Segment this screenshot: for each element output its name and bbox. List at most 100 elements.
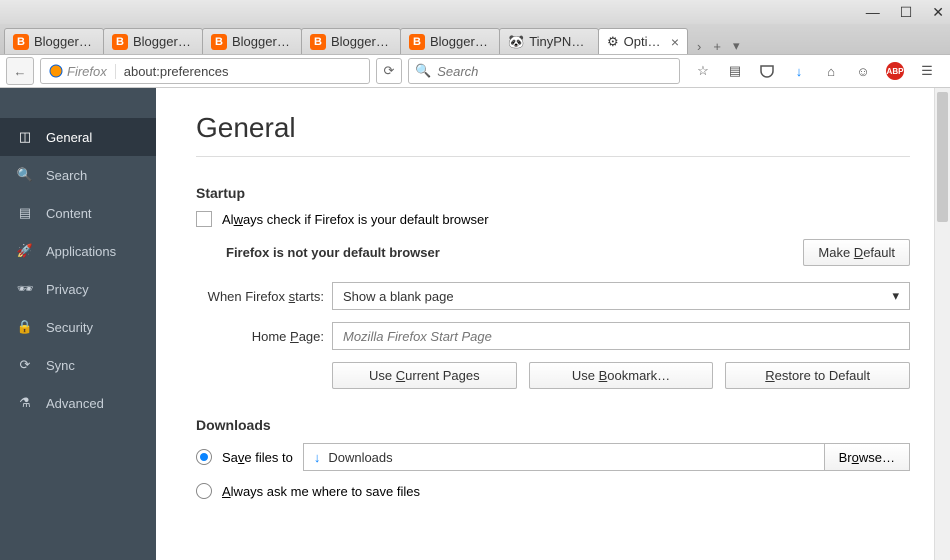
back-button[interactable]: ← xyxy=(6,57,34,85)
sidebar-item-label: General xyxy=(46,130,92,145)
sidebar-item-privacy[interactable]: 🕶Privacy xyxy=(0,270,156,308)
content-icon: ▤ xyxy=(16,204,34,222)
tab-2[interactable]: B Blogger: … xyxy=(202,28,302,54)
new-tab-icon[interactable]: + xyxy=(713,39,721,54)
minimize-button[interactable]: — xyxy=(866,4,880,20)
tab-6[interactable]: ⚙ Opti… × xyxy=(598,28,688,54)
page-title: General xyxy=(196,112,910,144)
tab-label: Blogger: … xyxy=(232,34,293,49)
search-icon: 🔍 xyxy=(415,63,431,79)
browse-button[interactable]: Browse… xyxy=(824,444,909,470)
applications-icon: 🚀 xyxy=(16,242,34,260)
sidebar-item-advanced[interactable]: ⚗ Advanced xyxy=(0,384,156,422)
tab-label: Blogger: … xyxy=(430,34,491,49)
downloads-heading: Downloads xyxy=(196,417,910,433)
make-default-button[interactable]: Make Default xyxy=(803,239,910,266)
maximize-button[interactable]: ☐ xyxy=(900,4,913,21)
blogger-icon: B xyxy=(310,34,326,50)
sidebar-item-label: Advanced xyxy=(46,396,104,411)
tab-4[interactable]: B Blogger: … xyxy=(400,28,500,54)
tab-0[interactable]: B Blogger: … xyxy=(4,28,104,54)
blogger-icon: B xyxy=(211,34,227,50)
scrollbar[interactable] xyxy=(934,88,950,560)
pocket-icon[interactable] xyxy=(758,62,776,80)
reload-button[interactable]: ⟳ xyxy=(376,58,402,84)
tab-label: Blogger: … xyxy=(331,34,392,49)
sidebar-item-content[interactable]: ▤ Content xyxy=(0,194,156,232)
save-to-label: Save files to xyxy=(222,450,293,465)
blogger-icon: B xyxy=(112,34,128,50)
identity-label: Firefox xyxy=(67,64,107,79)
blogger-icon: B xyxy=(13,34,29,50)
divider xyxy=(196,156,910,157)
tab-label: TinyPNG … xyxy=(529,34,590,49)
sidebar-item-general[interactable]: ◫ General xyxy=(0,118,156,156)
tab-history-icon[interactable]: › xyxy=(697,39,701,54)
download-arrow-icon: ↓ xyxy=(314,450,321,465)
tab-dropdown-icon[interactable]: ▾ xyxy=(733,38,740,54)
tab-5[interactable]: 🐼TinyPNG … xyxy=(499,28,599,54)
sidebar-item-applications[interactable]: 🚀 Applications xyxy=(0,232,156,270)
url-bar[interactable]: Firefox about:preferences xyxy=(40,58,370,84)
search-input[interactable] xyxy=(437,64,673,79)
default-browser-status: Firefox is not your default browser xyxy=(226,245,440,260)
download-path-text: Downloads xyxy=(328,450,392,465)
scrollbar-thumb[interactable] xyxy=(937,92,948,222)
nav-toolbar: ← Firefox about:preferences ⟳ 🔍 ☆ ▤ ↓ ⌂ … xyxy=(0,54,950,88)
advanced-icon: ⚗ xyxy=(16,394,34,412)
close-window-button[interactable]: ✕ xyxy=(932,4,944,21)
gear-icon: ⚙ xyxy=(607,34,619,50)
always-check-checkbox[interactable] xyxy=(196,211,212,227)
sidebar-item-sync[interactable]: ⟳ Sync xyxy=(0,346,156,384)
sidebar-item-label: Privacy xyxy=(46,282,89,297)
chevron-down-icon: ▾ xyxy=(892,288,899,304)
menu-icon[interactable]: ☰ xyxy=(918,62,936,80)
tab-label: Blogger: … xyxy=(133,34,194,49)
use-current-button[interactable]: Use Current Pages xyxy=(332,362,517,389)
url-text: about:preferences xyxy=(116,64,369,79)
restore-default-button[interactable]: Restore to Default xyxy=(725,362,910,389)
startup-select-value: Show a blank page xyxy=(343,289,454,304)
sync-icon: ⟳ xyxy=(16,356,34,374)
search-bar[interactable]: 🔍 xyxy=(408,58,680,84)
sidebar-item-search[interactable]: 🔍 Search xyxy=(0,156,156,194)
blogger-icon: B xyxy=(409,34,425,50)
download-icon[interactable]: ↓ xyxy=(790,62,808,80)
sidebar-item-label: Search xyxy=(46,168,87,183)
when-starts-label: When Firefox starts: xyxy=(196,289,324,304)
adblock-icon[interactable]: ABP xyxy=(886,62,904,80)
sidebar-item-label: Security xyxy=(46,320,93,335)
general-icon: ◫ xyxy=(16,128,34,146)
security-icon: 🔒 xyxy=(16,318,34,336)
sidebar-item-label: Content xyxy=(46,206,92,221)
startup-select[interactable]: Show a blank page ▾ xyxy=(332,282,910,310)
sidebar-item-label: Sync xyxy=(46,358,75,373)
startup-heading: Startup xyxy=(196,185,910,201)
home-page-label: Home Page: xyxy=(196,329,324,344)
sidebar-item-label: Applications xyxy=(46,244,116,259)
bookmark-star-icon[interactable]: ☆ xyxy=(694,62,712,80)
tab-label: Opti… xyxy=(624,34,666,49)
home-page-input[interactable] xyxy=(332,322,910,350)
hello-icon[interactable]: ☺ xyxy=(854,62,872,80)
tab-label: Blogger: … xyxy=(34,34,95,49)
reader-icon[interactable]: ▤ xyxy=(726,62,744,80)
close-tab-icon[interactable]: × xyxy=(671,34,679,50)
window-titlebar: — ☐ ✕ xyxy=(0,0,950,24)
identity-box[interactable]: Firefox xyxy=(41,64,116,79)
use-bookmark-button[interactable]: Use Bookmark… xyxy=(529,362,714,389)
tab-1[interactable]: B Blogger: … xyxy=(103,28,203,54)
always-ask-label: Always ask me where to save files xyxy=(222,484,420,499)
preferences-sidebar: ◫ General 🔍 Search ▤ Content 🚀 Applications 🕶Pri… xyxy=(0,88,156,560)
always-check-label: Always check if Firefox is your default … xyxy=(222,212,489,227)
search-icon: 🔍 xyxy=(16,166,34,184)
home-icon[interactable]: ⌂ xyxy=(822,62,840,80)
toolbar-icons: ☆ ▤ ↓ ⌂ ☺ ABP ☰ xyxy=(686,62,944,80)
always-ask-radio[interactable] xyxy=(196,483,212,499)
tab-3[interactable]: B Blogger: … xyxy=(301,28,401,54)
sidebar-item-security[interactable]: 🔒 Security xyxy=(0,308,156,346)
tab-strip: B Blogger: … B Blogger: … B Blogger: … B Blogge… xyxy=(0,24,950,54)
preferences-main: General Startup Always check if Firefox … xyxy=(156,88,950,560)
download-path: ↓ Downloads xyxy=(304,444,824,470)
save-to-radio[interactable] xyxy=(196,449,212,465)
